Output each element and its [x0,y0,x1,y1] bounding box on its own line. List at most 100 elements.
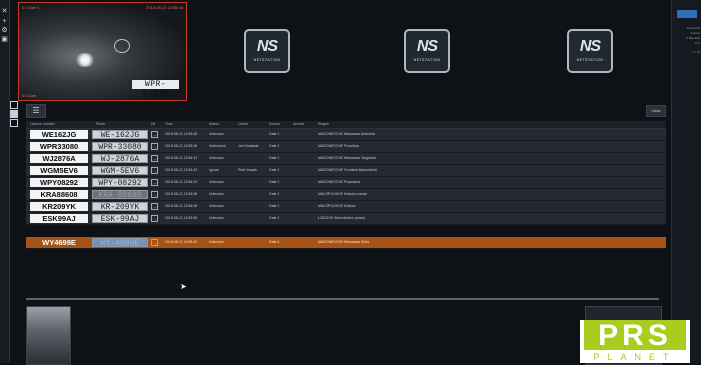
event-time: 2015-08-11 12:55:45 [165,132,198,136]
table-row[interactable]: WGM5EV6 WGM-5EV6 → 2015-08-11 12:54:32 I… [26,165,666,177]
direction-icon: → [151,179,158,186]
event-time: 2015-08-11 12:54:24 [165,180,198,184]
event-status: Ignore [209,168,219,172]
table-header: Licence number Photo Dir Time Status Own… [26,121,666,129]
col-header-arrived[interactable]: Arrived [293,122,304,126]
plate-photo: WE-162JG [92,130,148,139]
col-header-region[interactable]: Region [318,122,329,126]
table-row[interactable]: WE162JG WE-162JG → 2015-08-11 12:55:45 U… [26,129,666,141]
plate-photo: WPR-33080 [92,142,148,151]
camera-icon[interactable]: ▣ [1,36,8,43]
direction-icon: → [151,215,158,222]
camera-slot-logo-3[interactable]: NS NETSTATION [567,29,613,73]
licence-number: ESK99AJ [30,214,88,223]
single-view-icon[interactable] [10,110,18,118]
col-header-dir[interactable]: Dir [151,122,155,126]
licence-number: WE162JG [30,130,88,139]
event-region: ŁÓDZKIE Skierniewice powiat [318,216,365,220]
event-region: MAZOWIECKIE Warszawa Mokotów [318,132,376,136]
direction-icon: → [151,131,158,138]
ns-logo-text: NS [256,38,278,55]
event-region: MAZOWIECKIE Przysucha [318,180,361,184]
plate-photo: WGM-5EV6 [92,166,148,175]
direction-icon: → [151,143,158,150]
event-status: Unknown [209,216,224,220]
table-row[interactable]: WJ2876A WJ-2876A → 2015-08-11 12:54:41 U… [26,153,666,165]
list-view-icon[interactable] [10,119,18,127]
event-owner: Jan Kowalski [238,144,259,148]
licence-number: WJ2876A [30,154,88,163]
event-region: MAŁOPOLSKIE Kraków powiat [318,192,367,196]
event-region: MAZOWIECKIE Grodzisk Mazowiecki [318,168,377,172]
camera-footer-label: 01 Gate [22,93,37,98]
event-status: Unknown [209,204,224,208]
headlight-glare [75,53,95,67]
camera-plate-readout: WPR-04374 [132,80,179,98]
watermark-main: PRS [584,320,686,352]
plus-icon[interactable]: + [1,18,8,25]
event-status: Unknown [209,192,224,196]
event-time: 2015-08-11 12:54:08 [165,192,198,196]
col-header-status[interactable]: Status [209,122,219,126]
ns-logo-sub: NETSTATION [576,58,604,62]
panel-line: 0 % [694,41,700,45]
event-status: Unknown [209,180,224,184]
table-row[interactable]: WPR33080 WPR-33080 → 2015-08-11 12:55:26… [26,141,666,153]
licence-number: WGM5EV6 [30,166,88,175]
event-time: 2015-08-11 12:54:41 [165,156,198,160]
event-status: Authorised [209,144,226,148]
close-icon[interactable]: ✕ [1,8,8,15]
ns-logo-text: NS [579,38,601,55]
panel-line: 0 Blacklist [686,36,700,40]
left-toolbar: ✕ + ⚙ ▣ [0,0,10,363]
event-source: Gate 1 [269,132,280,136]
event-region: MAZOWIECKIE Warszawa Wola [318,240,369,244]
plate-photo: WJ-2876A [92,154,148,163]
direction-icon: → [151,155,158,162]
ns-logo-text: NS [416,38,438,55]
vehicle-thumbnail[interactable] [26,306,71,365]
camera-slot-logo-1[interactable]: NS NETSTATION [244,29,290,73]
licence-number: WPY08292 [30,178,88,187]
clear-button[interactable]: Clear [646,105,666,117]
camera-feed[interactable]: 01 Gate 1 2015-08-11 12:55:48 01 Gate WP… [18,2,187,101]
col-header-licence[interactable]: Licence number [30,122,55,126]
plate-photo: KRA-88608 [92,190,148,199]
table-row[interactable]: WPY08292 WPY-08292 → 2015-08-11 12:54:24… [26,177,666,189]
table-row-selected[interactable]: WY4699E WY-4699E → 2015-08-11 12:55:42 U… [26,237,666,249]
event-time: 2015-08-11 12:53:55 [165,216,198,220]
table-row[interactable]: KRA88608 KRA-88608 → 2015-08-11 12:54:08… [26,189,666,201]
event-source: Gate 1 [269,156,280,160]
event-source: Gate 1 [269,144,280,148]
licence-number: KRA88608 [30,190,88,199]
direction-icon: → [151,239,158,246]
plate-photo: WY-4699E [92,238,148,247]
event-status: Unknown [209,132,224,136]
col-header-owner[interactable]: Owner [238,122,248,126]
watermark-sub: PLANET [593,352,677,362]
camera-name-label: 01 Gate 1 [22,5,40,10]
panel-tab[interactable] [677,10,697,18]
camera-slot-logo-2[interactable]: NS NETSTATION [404,29,450,73]
panel-line: 3 Alerts [689,31,700,35]
prs-planet-watermark: PRS PLANET [580,320,690,363]
col-header-photo[interactable]: Photo [96,122,105,126]
table-row[interactable]: ESK99AJ ESK-99AJ → 2015-08-11 12:53:55 U… [26,213,666,225]
event-region: MAŁOPOLSKIE Kraków [318,204,356,208]
event-status: Unknown [209,240,224,244]
ns-logo-sub: NETSTATION [253,58,281,62]
gear-icon[interactable]: ⚙ [1,27,8,34]
col-header-source[interactable]: Source [269,122,280,126]
direction-icon: → [151,203,158,210]
col-header-time[interactable]: Time [165,122,173,126]
licence-number: KR209YK [30,202,88,211]
event-time: 2015-08-11 12:54:32 [165,168,198,172]
horizontal-scrollbar[interactable] [26,298,659,300]
event-source: Gate 1 [269,216,280,220]
menu-button[interactable]: ☰ [26,104,46,118]
grid-view-icon[interactable] [10,101,18,109]
table-row[interactable]: KR209YK KR-209YK → 2015-08-11 12:54:06 U… [26,201,666,213]
right-status-panel: All Events 3 Alerts 0 Blacklist 0 % 1 / … [671,0,701,363]
mouse-cursor-icon: ➤ [180,282,187,291]
event-source: Gate 1 [269,192,280,196]
